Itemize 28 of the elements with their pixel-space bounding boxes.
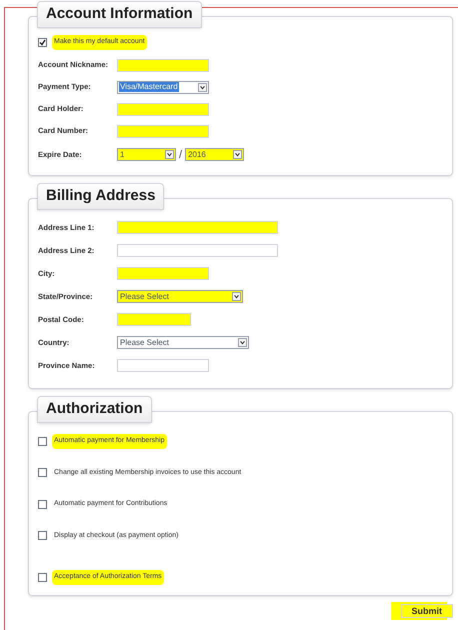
text-field[interactable] <box>117 313 191 326</box>
text-field[interactable] <box>117 58 209 72</box>
text-field[interactable] <box>117 359 209 372</box>
checkbox[interactable] <box>38 572 47 582</box>
select-field[interactable]: Please Select <box>117 336 249 349</box>
checkbox[interactable] <box>38 468 47 478</box>
caret-icon <box>165 150 174 160</box>
section-title: Billing Address <box>37 183 164 210</box>
checkbox[interactable] <box>38 436 47 446</box>
text-field[interactable] <box>117 221 278 234</box>
caret-icon <box>232 292 241 301</box>
text-field[interactable] <box>117 244 278 257</box>
select-field[interactable]: 2016 <box>185 148 244 162</box>
checkbox[interactable] <box>38 38 47 47</box>
caret-icon <box>233 150 242 160</box>
text-field[interactable] <box>117 267 209 280</box>
select-field[interactable]: Please Select <box>117 290 243 303</box>
checkbox[interactable] <box>38 500 47 509</box>
text-field[interactable] <box>117 124 209 138</box>
select-field[interactable]: Visa/Mastercard <box>117 80 209 94</box>
section-title: Account Information <box>37 1 202 28</box>
caret-icon <box>198 82 207 92</box>
date-separator: / <box>179 148 182 162</box>
text-field[interactable] <box>117 102 209 116</box>
select-field[interactable]: 1 <box>117 148 176 162</box>
checkbox[interactable] <box>38 531 47 540</box>
caret-icon <box>238 338 247 347</box>
section-title: Authorization <box>37 396 152 422</box>
